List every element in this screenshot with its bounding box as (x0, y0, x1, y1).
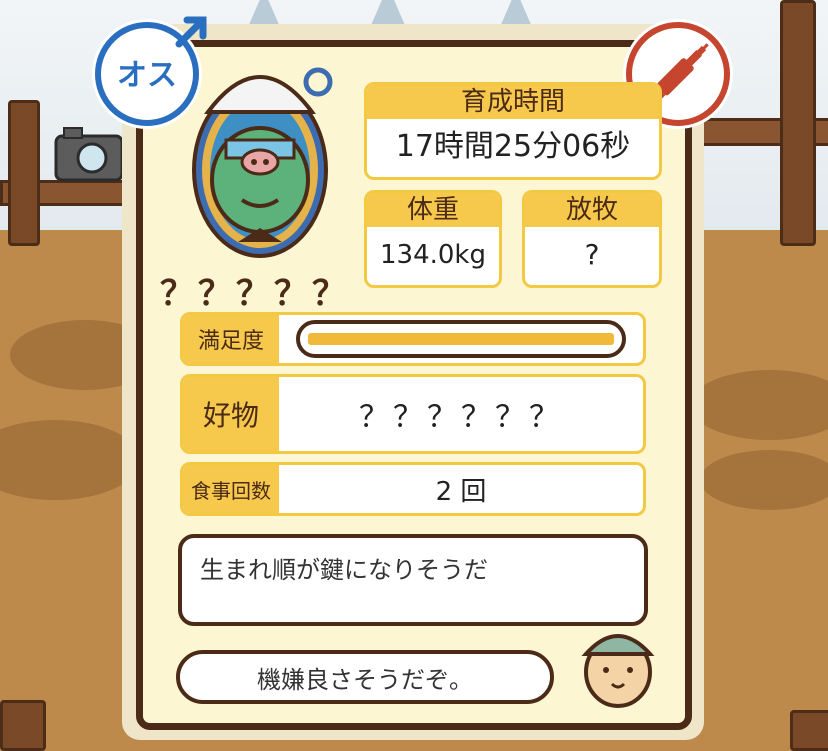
grazing-label: 放牧 (525, 193, 659, 227)
mood-message-bubble: 機嫌良さそうだぞ。 (176, 650, 554, 704)
satisfaction-bar-fill (308, 333, 614, 345)
meals-label: 食事回数 (183, 465, 279, 513)
mood-message-text: 機嫌良さそうだぞ。 (257, 665, 473, 694)
growth-time-value: 17時間25分06秒 (395, 129, 631, 164)
meals-value: 2 回 (435, 476, 487, 507)
male-symbol-icon (175, 16, 207, 48)
fence-post (8, 100, 40, 246)
fence-post (780, 0, 816, 246)
dirt-patch (700, 450, 828, 510)
weight-label: 体重 (367, 193, 499, 227)
pig-name: ？？？？？ (160, 274, 350, 314)
favorite-label: 好物 (183, 377, 279, 451)
grazing-card: 放牧 ? (522, 190, 662, 288)
pig-character-icon (168, 52, 352, 264)
grazing-value: ? (584, 238, 600, 271)
favorite-value: ？？？？？？ (359, 400, 563, 435)
hint-message-text: 生まれ順が鍵になりそうだ (200, 556, 488, 584)
satisfaction-bar (296, 320, 626, 358)
growth-time-card: 育成時間 17時間25分06秒 (364, 82, 662, 180)
weight-card: 体重 134.0kg (364, 190, 502, 288)
hint-message-bubble: 生まれ順が鍵になりそうだ (178, 534, 648, 626)
meals-row: 食事回数 2 回 (180, 462, 646, 516)
weight-value: 134.0kg (380, 240, 486, 270)
farmer-avatar-icon (578, 618, 658, 708)
fence-post (0, 700, 46, 751)
satisfaction-label: 満足度 (183, 315, 279, 363)
favorite-row: 好物 ？？？？？？ (180, 374, 646, 454)
camera-icon (52, 120, 126, 184)
growth-time-label: 育成時間 (367, 85, 659, 119)
